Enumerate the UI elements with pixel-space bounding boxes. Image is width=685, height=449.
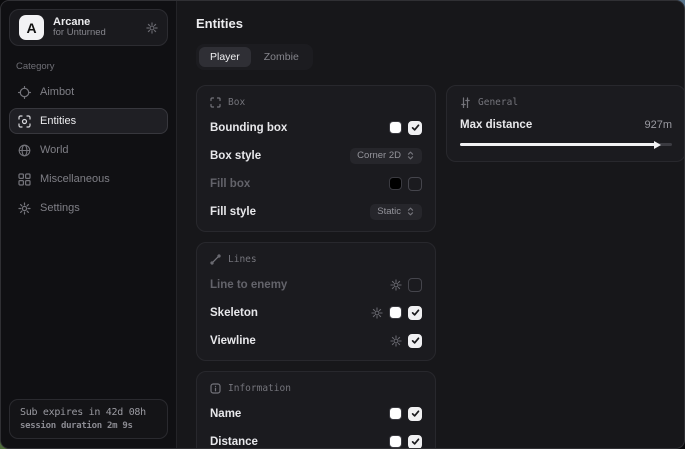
gear-icon[interactable] xyxy=(390,279,402,291)
distance-checkbox[interactable] xyxy=(408,435,422,449)
app-logo: A xyxy=(19,15,44,40)
scan-icon xyxy=(18,115,31,128)
fill-style-value: Static xyxy=(377,206,401,217)
viewline-row: Viewline xyxy=(210,332,422,349)
viewline-checkbox[interactable] xyxy=(408,334,422,348)
line-to-enemy-checkbox[interactable] xyxy=(408,278,422,292)
skeleton-row: Skeleton xyxy=(210,304,422,321)
left-column: Box Bounding box Box style xyxy=(196,85,436,449)
distance-color-swatch[interactable] xyxy=(389,435,402,448)
lines-card: Lines Line to enemy Skeleton xyxy=(196,242,436,361)
sidebar-item-label: Settings xyxy=(40,202,80,214)
app-title-block: Arcane for Unturned xyxy=(53,16,137,40)
line-to-enemy-row: Line to enemy xyxy=(210,276,422,293)
app-window: A Arcane for Unturned Category Aimbot En… xyxy=(0,0,685,449)
settings-content: Box Bounding box Box style xyxy=(196,85,685,449)
fill-style-label: Fill style xyxy=(210,206,256,218)
box-style-dropdown[interactable]: Corner 2D xyxy=(350,148,422,164)
sidebar-item-entities[interactable]: Entities xyxy=(9,108,168,134)
box-style-label: Box style xyxy=(210,150,261,162)
tab-player[interactable]: Player xyxy=(199,47,251,67)
skeleton-label: Skeleton xyxy=(210,307,258,319)
viewline-label: Viewline xyxy=(210,335,256,347)
sidebar-item-label: Aimbot xyxy=(40,86,74,98)
name-row: Name xyxy=(210,405,422,422)
gear-icon[interactable] xyxy=(146,22,158,34)
bounding-box-color-swatch[interactable] xyxy=(389,121,402,134)
general-card-title: General xyxy=(478,97,518,108)
main-panel: Entities Player Zombie Box Bounding box xyxy=(177,1,685,448)
information-card-header: Information xyxy=(210,383,422,394)
page-title: Entities xyxy=(196,16,685,31)
distance-row: Distance xyxy=(210,433,422,449)
max-distance-label: Max distance xyxy=(460,119,532,131)
info-icon xyxy=(210,383,221,394)
sidebar-item-label: Miscellaneous xyxy=(40,173,110,185)
fill-box-color-swatch[interactable] xyxy=(389,177,402,190)
sliders-icon xyxy=(460,97,471,108)
fill-box-label: Fill box xyxy=(210,178,250,190)
bounding-box-checkbox[interactable] xyxy=(408,121,422,135)
general-card: General Max distance 927m xyxy=(446,85,685,162)
name-checkbox[interactable] xyxy=(408,407,422,421)
max-distance-row: Max distance 927m xyxy=(460,119,672,131)
bounding-box-row: Bounding box xyxy=(210,119,422,136)
bounding-box-label: Bounding box xyxy=(210,122,287,134)
general-card-header: General xyxy=(460,97,672,108)
max-distance-slider[interactable] xyxy=(460,143,672,146)
sidebar-item-settings[interactable]: Settings xyxy=(9,195,168,221)
box-style-value: Corner 2D xyxy=(357,150,401,161)
name-label: Name xyxy=(210,408,241,420)
grid-icon xyxy=(18,173,31,186)
diagonal-line-icon xyxy=(210,254,221,265)
distance-label: Distance xyxy=(210,436,258,448)
box-card-title: Box xyxy=(228,97,245,108)
entity-tabs: Player Zombie xyxy=(196,44,313,70)
gear-icon xyxy=(18,202,31,215)
sidebar-item-miscellaneous[interactable]: Miscellaneous xyxy=(9,166,168,192)
category-label: Category xyxy=(16,61,168,72)
sidebar: A Arcane for Unturned Category Aimbot En… xyxy=(1,1,177,448)
fill-box-row: Fill box xyxy=(210,175,422,192)
gear-icon[interactable] xyxy=(371,307,383,319)
box-card: Box Bounding box Box style xyxy=(196,85,436,232)
box-corners-icon xyxy=(210,97,221,108)
gear-icon[interactable] xyxy=(390,335,402,347)
line-to-enemy-label: Line to enemy xyxy=(210,279,287,291)
tab-zombie[interactable]: Zombie xyxy=(253,47,310,67)
fill-box-checkbox[interactable] xyxy=(408,177,422,191)
lines-card-title: Lines xyxy=(228,254,257,265)
sidebar-item-label: World xyxy=(40,144,69,156)
lines-card-header: Lines xyxy=(210,254,422,265)
subscription-info-card: Sub expires in 42d 08h session duration … xyxy=(9,399,168,439)
information-card: Information Name Distance xyxy=(196,371,436,449)
chevrons-up-down-icon xyxy=(406,150,415,161)
information-card-title: Information xyxy=(228,383,291,394)
session-duration-text: session duration 2m 9s xyxy=(20,421,157,431)
fill-style-dropdown[interactable]: Static xyxy=(370,204,422,220)
sidebar-item-aimbot[interactable]: Aimbot xyxy=(9,79,168,105)
crosshair-icon xyxy=(18,86,31,99)
box-card-header: Box xyxy=(210,97,422,108)
sidebar-item-label: Entities xyxy=(40,115,76,127)
globe-icon xyxy=(18,144,31,157)
app-subtitle: for Unturned xyxy=(53,28,137,39)
name-color-swatch[interactable] xyxy=(389,407,402,420)
max-distance-value: 927m xyxy=(644,119,672,131)
logo-card: A Arcane for Unturned xyxy=(9,9,168,46)
sub-expires-text: Sub expires in 42d 08h xyxy=(20,407,157,418)
box-style-row: Box style Corner 2D xyxy=(210,147,422,164)
max-distance-fill xyxy=(460,143,655,146)
chevrons-up-down-icon xyxy=(406,206,415,217)
skeleton-color-swatch[interactable] xyxy=(389,306,402,319)
right-column: General Max distance 927m xyxy=(446,85,685,162)
skeleton-checkbox[interactable] xyxy=(408,306,422,320)
fill-style-row: Fill style Static xyxy=(210,203,422,220)
sidebar-item-world[interactable]: World xyxy=(9,137,168,163)
